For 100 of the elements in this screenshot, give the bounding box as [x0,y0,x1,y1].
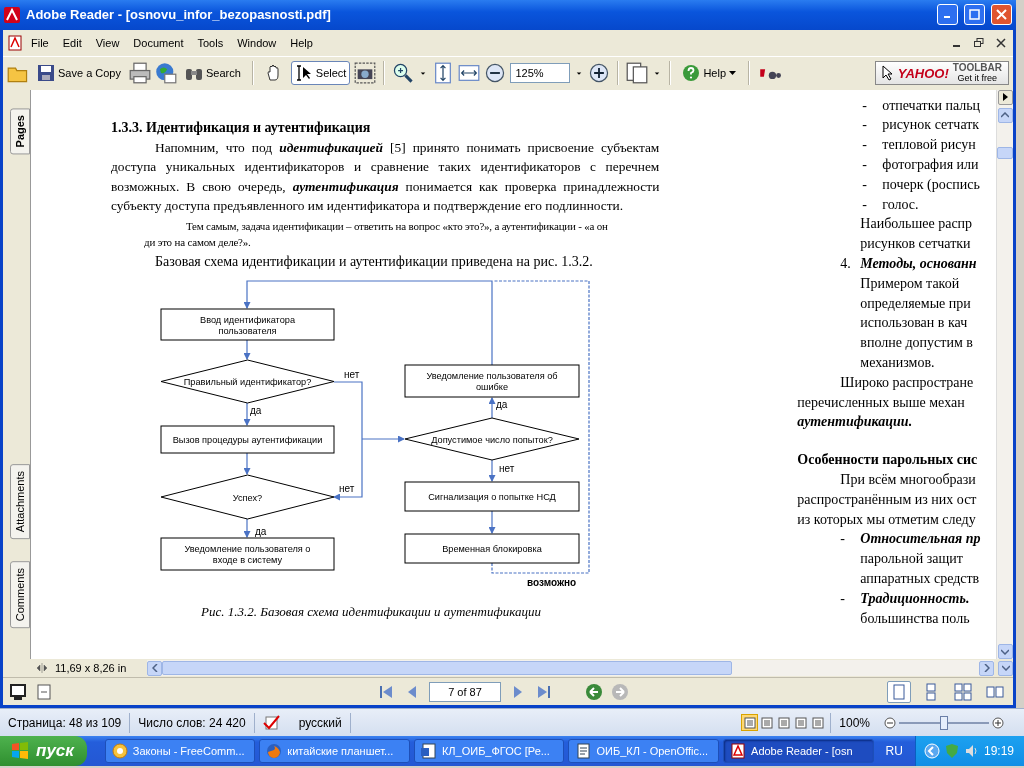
page-number-field[interactable]: 7 of 87 [429,681,501,702]
page-view-icon [794,716,807,729]
node-label: Допустимое число попыток? [431,434,553,445]
select-tool-button[interactable]: Select [290,61,351,86]
list-item-text: Традиционность. [860,589,970,608]
right-triangle-icon [1001,93,1009,102]
menu-item[interactable]: File [25,34,55,51]
page-view-icon [743,716,756,729]
menu-item[interactable]: View [89,34,126,51]
node-label: Уведомление пользователя об ошибке [426,370,558,392]
pointer-icon [881,65,894,82]
taskbar-button[interactable]: КЛ_ОИБ_ФГОС [Ре... [413,739,565,763]
help-button[interactable]: Help [678,61,742,86]
side-tab[interactable]: Pages [10,107,30,155]
node-label: Правильный идентификатор? [183,376,312,387]
edge-label: нет [339,482,355,494]
minimize-button[interactable] [937,4,958,26]
panel-icon[interactable] [35,682,53,701]
close-icon[interactable] [993,35,1009,50]
menu-item[interactable]: Tools [191,34,230,51]
list-marker: - [862,116,868,135]
app-icon [575,743,592,759]
text-line: Примером такой [860,274,960,293]
taskbar-button[interactable]: ОИБ_КЛ - OpenOffic... [568,739,720,763]
zoom-out-icon[interactable] [484,62,507,85]
scroll-down-button[interactable] [997,644,1013,660]
zoom-tool-icon[interactable] [392,62,415,85]
page-layout-button[interactable] [951,680,975,703]
help-icon [682,64,701,83]
restore-icon[interactable] [971,35,987,50]
scroll-down-button[interactable] [998,660,1013,676]
list-marker: - [862,156,868,174]
camera-icon[interactable] [354,62,377,85]
maximize-button[interactable] [964,4,985,26]
edge-label: да [255,525,267,537]
maximize-icon [969,9,980,21]
scroll-right-button[interactable] [979,660,994,676]
app-icon [730,743,747,759]
connector-arrow [243,452,251,475]
connector-arrow [243,402,251,426]
side-tab[interactable]: Comments [10,561,30,629]
side-tab[interactable]: Attachments [10,464,30,540]
page-view-icon [777,716,790,729]
note-line: ди это на самом деле?». [144,234,252,250]
search-button[interactable]: Search [181,61,245,86]
list-item-text: почерк (роспись [882,175,980,194]
menu-item[interactable]: Help [284,34,319,51]
close-button[interactable] [991,4,1012,26]
menu-item[interactable]: Edit [56,34,88,51]
printer-icon[interactable] [129,62,151,85]
scroll-left-button[interactable] [147,660,162,676]
caret-icon [729,69,738,78]
save-copy-button[interactable]: Save a Copy [33,61,125,86]
page-layout-icon [954,682,972,701]
text-line: большинства поль [860,609,970,628]
app-icon [111,743,128,759]
window-title: Adobe Reader - [osnovu_infor_bezopasnosti.pdf] [26,7,332,23]
section-heading: 1.3.3. Идентификация и аутентификация [111,118,372,137]
back-icon[interactable] [585,682,603,701]
view-layout-button[interactable] [775,714,793,731]
view-layout-button[interactable] [809,714,827,731]
spellcheck-icon[interactable] [262,714,281,731]
pages-icon[interactable] [626,62,649,85]
page-layout-button[interactable] [887,680,911,703]
paragraph: Базовая схема идентификации и аутентификации приведена на рис. 1.3.2. [154,252,594,271]
close-icon [996,9,1007,21]
view-layout-button[interactable] [792,714,810,731]
language-label: русский [298,715,342,730]
menu-item[interactable]: Document [127,34,190,51]
figure-caption: Рис. 1.3.2. Базовая схема идентификации и аутентификации [200,603,542,620]
list-item-text: отпечатки пальц [882,96,981,115]
edge-label: нет [499,462,515,474]
speaker-icon[interactable] [963,743,980,759]
text-line: из которых мы отметим следу [797,510,976,529]
edge-label: да [496,398,508,410]
view-layout-button[interactable] [758,714,776,731]
text-line: Широко распростране [840,373,974,392]
text-line: аутентификации. [797,413,913,432]
taskbar-button[interactable]: Законы - FreeComm... [104,739,256,763]
list-item-text: фотография или [882,156,979,174]
keyboard-language[interactable]: RU [877,744,911,758]
text-line: механизмов. [860,354,935,372]
scroll-thumb[interactable] [162,661,732,676]
monitor-icon[interactable] [9,682,27,701]
globe-mail-icon[interactable] [155,62,177,85]
scroll-up-button[interactable] [997,107,1013,123]
taskbar-button[interactable]: китайские планшет... [259,739,410,763]
list-item-text: Методы, основанн [860,255,977,273]
note-line: Тем самым, задача идентификации – ответить на вопрос «кто это?», а аутентификации - «а он [186,218,609,234]
edge-label: нет [344,368,360,380]
scroll-thumb[interactable] [997,146,1013,159]
view-layout-button[interactable] [741,714,759,731]
zoom-in-icon[interactable] [588,62,611,85]
menu-item[interactable]: Window [231,34,283,51]
taskbar-button[interactable]: Adobe Reader - [osn [723,739,874,763]
text-line: аппаратных средств [860,569,980,588]
split-icon[interactable] [37,663,47,674]
zoom-field[interactable]: 125% [510,63,571,84]
app-icon [266,743,283,759]
text-cursor-icon [294,64,313,83]
